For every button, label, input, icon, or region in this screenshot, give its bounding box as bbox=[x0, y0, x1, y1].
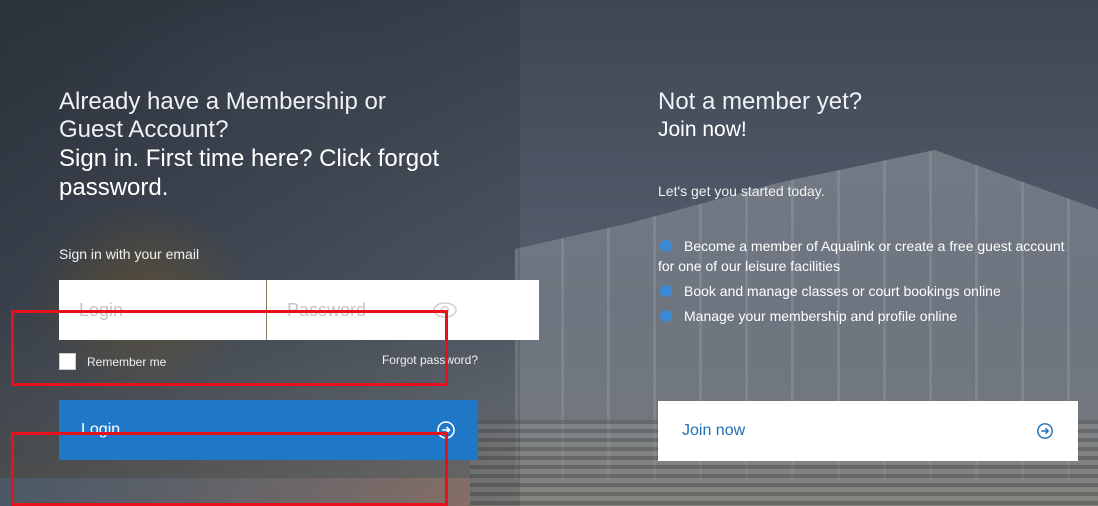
signin-heading-bold-line2: password. bbox=[59, 174, 169, 201]
join-now-button[interactable]: Join now bbox=[658, 401, 1078, 461]
benefit-text: Become a member of Aqualink or create a … bbox=[658, 238, 1065, 274]
arrow-circle-right-icon bbox=[437, 421, 455, 439]
list-item: Manage your membership and profile onlin… bbox=[658, 306, 1078, 326]
join-tagline: Let's get you started today. bbox=[658, 183, 825, 199]
remember-checkbox[interactable] bbox=[59, 353, 76, 370]
join-heading-bold: Join now! bbox=[658, 118, 747, 141]
login-input[interactable] bbox=[59, 280, 267, 340]
list-item: Become a member of Aqualink or create a … bbox=[658, 236, 1078, 276]
credentials-row bbox=[59, 280, 539, 340]
signin-heading: Already have a Membership or Guest Accou… bbox=[59, 88, 489, 202]
signin-heading-line2: Guest Account? bbox=[59, 116, 229, 143]
blue-circle-icon bbox=[660, 310, 672, 322]
benefits-list: Become a member of Aqualink or create a … bbox=[658, 236, 1078, 331]
login-button[interactable]: Login bbox=[59, 400, 478, 460]
remember-row: Remember me Forgot password? bbox=[59, 353, 478, 373]
join-heading: Not a member yet? Join now! bbox=[658, 88, 1078, 144]
email-label: Sign in with your email bbox=[59, 246, 200, 262]
password-input[interactable] bbox=[267, 280, 539, 340]
arrow-circle-right-icon bbox=[1037, 423, 1053, 439]
join-heading-light: Not a member yet? bbox=[658, 88, 863, 115]
join-button-label: Join now bbox=[682, 422, 746, 439]
benefit-text: Book and manage classes or court booking… bbox=[684, 283, 1001, 299]
blue-circle-icon bbox=[660, 285, 672, 297]
signin-heading-line1: Already have a Membership or bbox=[59, 88, 386, 115]
blue-circle-icon bbox=[660, 240, 672, 252]
list-item: Book and manage classes or court booking… bbox=[658, 281, 1078, 301]
remember-label: Remember me bbox=[87, 355, 167, 369]
eye-icon[interactable] bbox=[432, 298, 458, 322]
forgot-password-link[interactable]: Forgot password? bbox=[382, 353, 478, 367]
benefit-text: Manage your membership and profile onlin… bbox=[684, 308, 958, 324]
signin-heading-bold-line1: Sign in. First time here? Click forgot bbox=[59, 145, 440, 172]
login-button-label: Login bbox=[81, 421, 121, 438]
